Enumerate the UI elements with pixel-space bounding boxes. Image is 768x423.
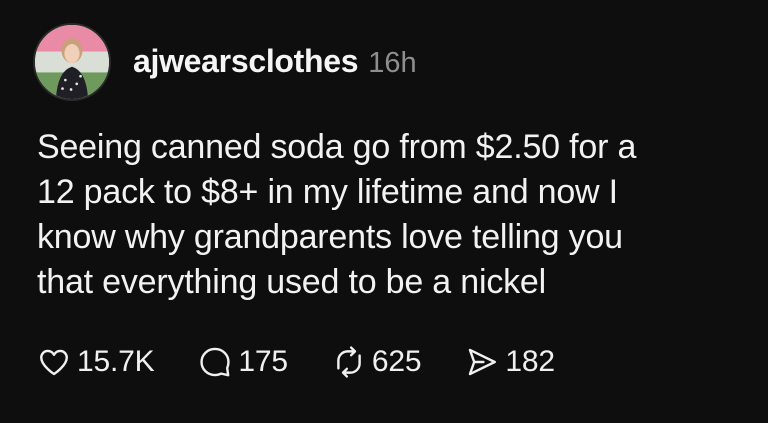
repost-count: 625 (371, 345, 422, 378)
repost-icon (337, 346, 361, 378)
timestamp: 16h (368, 47, 417, 79)
share-button[interactable]: 182 (465, 345, 555, 379)
post-text-line: know why grandparents love telling you (37, 218, 623, 256)
post-text: Seeing canned soda go from $2.50 for a 1… (37, 125, 747, 305)
like-count: 15.7K (77, 345, 155, 378)
comment-icon (200, 347, 231, 377)
post-header: ajwearsclothes 16h (133, 43, 417, 83)
post-card: ajwearsclothes 16h Seeing canned soda go… (0, 0, 768, 423)
post-text-line: that everything used to be a nickel (37, 263, 546, 301)
send-icon (469, 348, 497, 376)
repost-button[interactable]: 625 (332, 345, 422, 379)
share-count: 182 (505, 345, 555, 378)
reply-button[interactable]: 175 (198, 345, 288, 379)
reply-count: 175 (238, 345, 288, 378)
action-bar: 15.7K 175 625 182 (37, 342, 555, 382)
post-text-line: Seeing canned soda go from $2.50 for a (37, 128, 637, 166)
like-button[interactable]: 15.7K (37, 345, 155, 379)
avatar[interactable] (33, 23, 111, 101)
post-text-line: 12 pack to $8+ in my lifetime and now I (37, 173, 618, 211)
username[interactable]: ajwearsclothes (133, 43, 359, 80)
heart-icon (40, 349, 68, 376)
avatar-image (35, 25, 109, 99)
